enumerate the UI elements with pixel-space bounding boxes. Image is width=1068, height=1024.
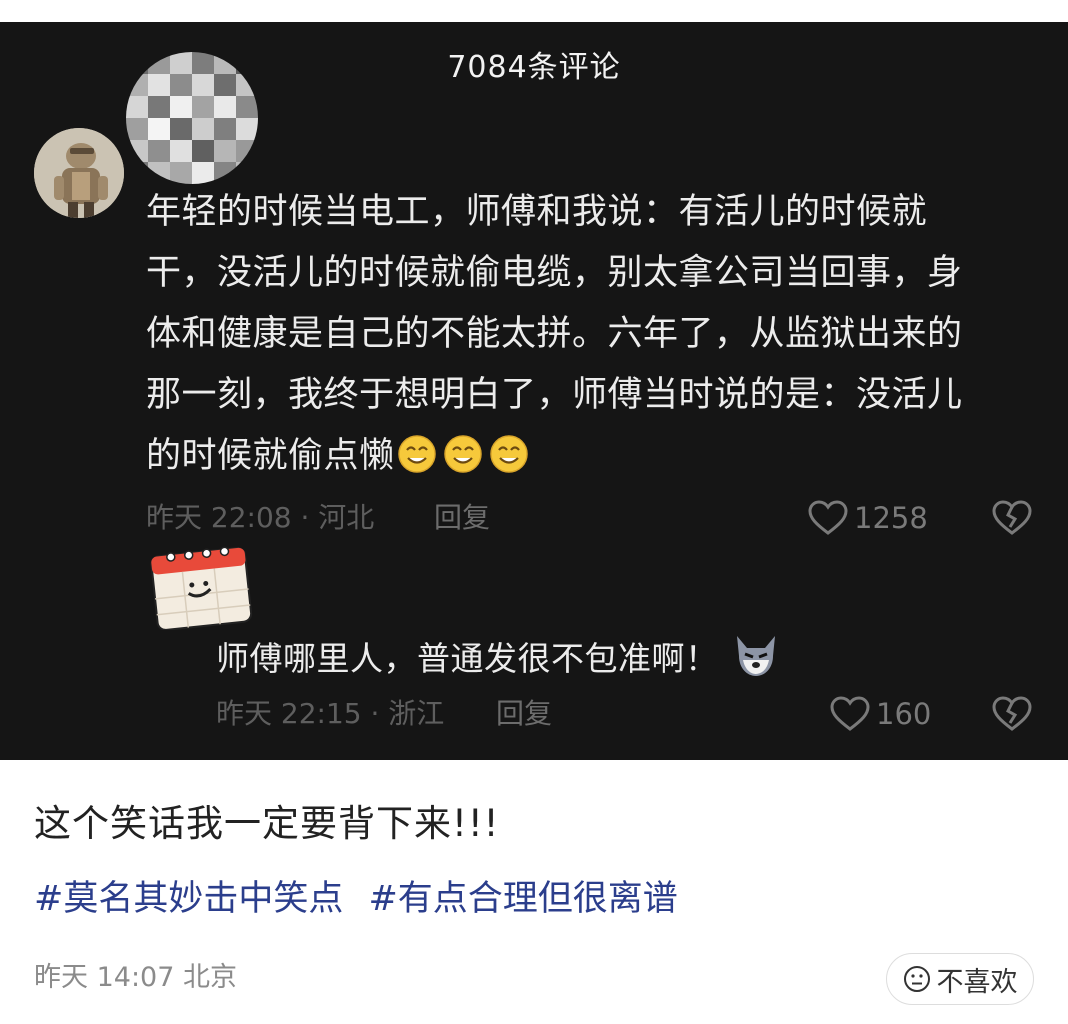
- not-interested-label: 不喜欢: [936, 966, 1018, 998]
- post-time-location: 昨天 14:07 北京: [34, 962, 237, 993]
- comment-panel: 7084条评论 年轻的时候当电工，师傅和我说：有活儿的时候就 干，没活儿的时候就…: [0, 22, 1068, 760]
- heart-icon: [808, 500, 848, 535]
- reply-dislike-button[interactable]: [992, 696, 1032, 732]
- comment-reply-button[interactable]: 回复: [434, 498, 490, 538]
- heart-icon: [830, 696, 870, 731]
- wolf-emoji-icon: [736, 636, 775, 676]
- broken-heart-icon: [992, 500, 1032, 535]
- comment-line: 干，没活儿的时候就偷电缆，别太拿公司当回事，身: [146, 253, 963, 293]
- neutral-face-icon: [903, 966, 930, 992]
- reply-like-button[interactable]: 160: [830, 694, 931, 734]
- replier-avatar-calendar-icon[interactable]: [148, 542, 254, 631]
- commenter-avatar[interactable]: [34, 128, 124, 218]
- comment-line: 那一刻，我终于想明白了，师傅当时说的是：没活儿: [146, 375, 963, 415]
- post-caption: 这个笑话我一定要背下来!!!: [34, 802, 500, 845]
- avatar-illustration-icon: [34, 128, 124, 218]
- comment-time-location: 昨天 22:08 · 河北: [146, 501, 375, 534]
- blurred-avatar: [126, 52, 258, 184]
- hashtag-link[interactable]: #莫名其妙击中笑点: [34, 879, 343, 919]
- comment-line-last: 的时候就偷点懒: [146, 426, 1026, 487]
- smile-emoji-icon: [397, 435, 436, 473]
- comment-like-count: 1258: [854, 501, 928, 535]
- hashtag-link[interactable]: #有点合理但很离谱: [368, 879, 677, 919]
- reply-text: 师傅哪里人，普通发很不包准啊！: [216, 639, 719, 678]
- comment-dislike-button[interactable]: [992, 500, 1032, 536]
- smile-emoji-icon: [443, 435, 482, 473]
- not-interested-button[interactable]: 不喜欢: [886, 953, 1034, 1005]
- comment-like-button[interactable]: 1258: [808, 498, 928, 538]
- post-hashtags: #莫名其妙击中笑点 #有点合理但很离谱: [34, 874, 692, 924]
- smile-emoji-icon: [489, 435, 528, 473]
- reply-text-row: 师傅哪里人，普通发很不包准啊！: [216, 630, 781, 683]
- reply-time-location: 昨天 22:15 · 浙江: [216, 697, 445, 730]
- comment-text: 年轻的时候当电工，师傅和我说：有活儿的时候就 干，没活儿的时候就偷电缆，别太拿公…: [146, 182, 1026, 487]
- broken-heart-icon: [992, 696, 1032, 731]
- reply-reply-button[interactable]: 回复: [496, 694, 552, 734]
- reply-like-count: 160: [876, 697, 932, 731]
- comment-line: 体和健康是自己的不能太拼。六年了，从监狱出来的: [146, 314, 963, 354]
- comment-line: 年轻的时候当电工，师傅和我说：有活儿的时候就: [146, 192, 928, 232]
- comment-line: 的时候就偷点懒: [146, 436, 395, 476]
